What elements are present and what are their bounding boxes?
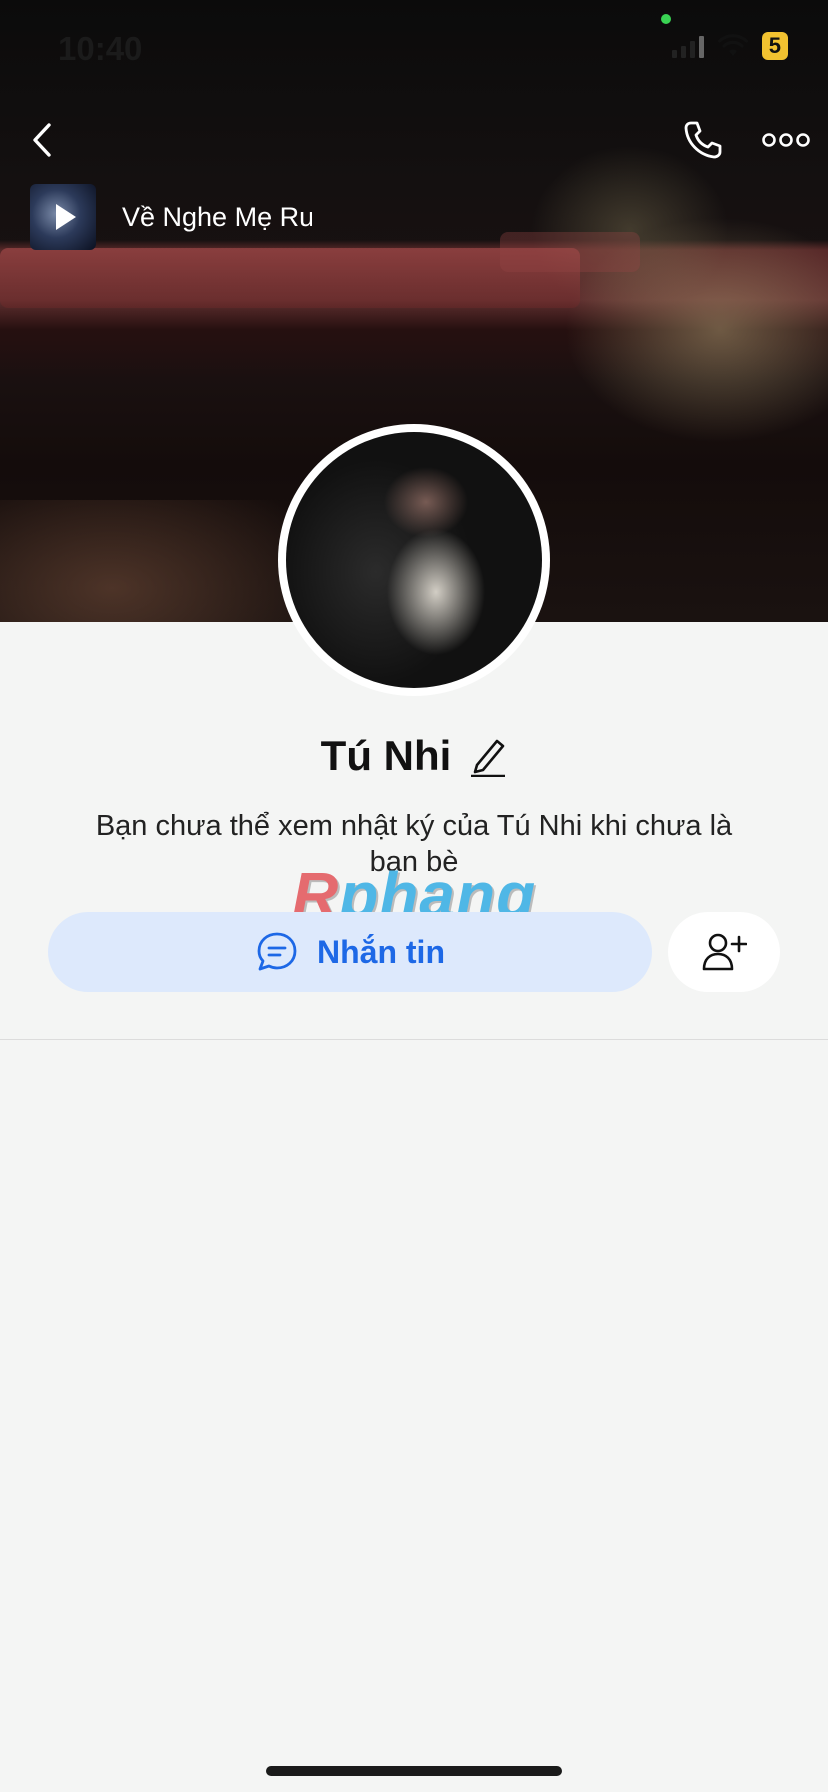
signal-icon xyxy=(671,34,704,58)
name-row: Tú Nhi xyxy=(0,732,828,780)
play-icon xyxy=(56,204,76,230)
more-dots-icon xyxy=(762,133,810,147)
top-nav xyxy=(0,112,828,172)
add-friend-icon xyxy=(702,933,747,971)
profile-music[interactable]: Về Nghe Mẹ Ru xyxy=(30,184,312,250)
status-time: 10:40 xyxy=(58,30,143,67)
avatar-image xyxy=(286,432,542,688)
chevron-left-icon xyxy=(33,123,51,157)
add-friend-button[interactable] xyxy=(668,912,780,992)
section-divider xyxy=(0,1039,828,1040)
edit-name-button[interactable] xyxy=(469,735,507,777)
wifi-icon xyxy=(717,34,748,56)
music-thumbnail[interactable] xyxy=(30,184,96,250)
pencil-icon xyxy=(471,739,506,777)
music-title: Về Nghe Mẹ Ru xyxy=(122,201,312,232)
message-button[interactable]: Nhắn tin xyxy=(48,912,652,992)
phone-icon xyxy=(684,121,722,159)
battery-badge: 5 xyxy=(761,32,788,60)
avatar[interactable] xyxy=(278,424,550,696)
call-button[interactable] xyxy=(672,112,732,168)
home-indicator xyxy=(266,1766,562,1776)
cover-seat-band-secondary xyxy=(500,232,640,272)
more-button[interactable] xyxy=(758,112,814,168)
cover-seat-band xyxy=(0,248,580,308)
privacy-indicator xyxy=(661,14,671,24)
profile-name: Tú Nhi xyxy=(320,732,452,779)
status-bar: 10:40 5 xyxy=(0,0,828,100)
status-icons: 5 xyxy=(671,32,788,60)
chat-bubble-icon xyxy=(257,932,297,971)
back-button[interactable] xyxy=(22,112,62,168)
message-button-label: Nhắn tin xyxy=(317,933,445,970)
